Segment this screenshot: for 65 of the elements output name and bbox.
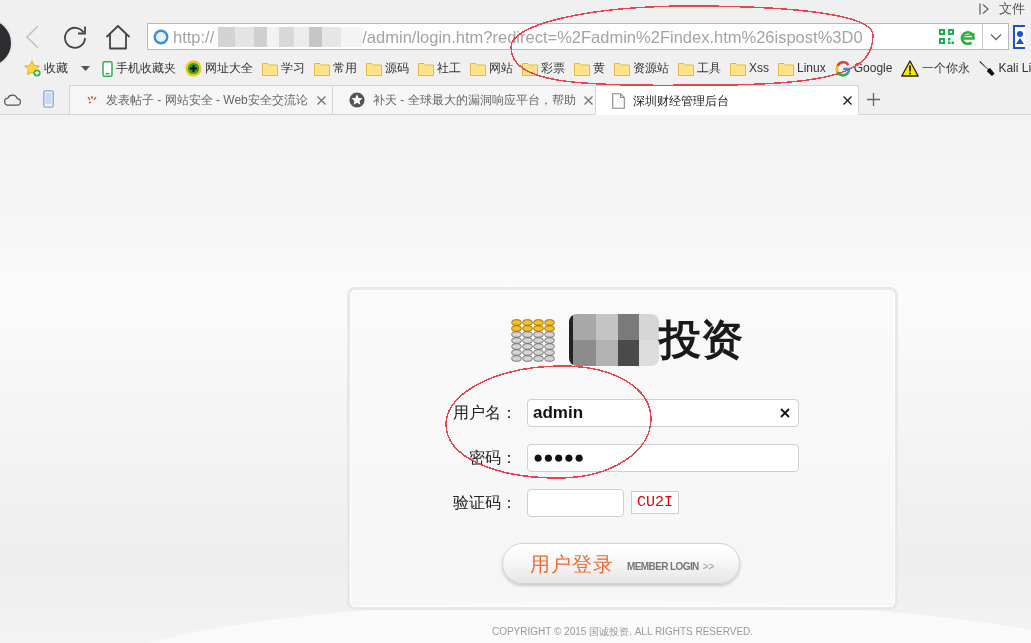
bookmark-link[interactable]: 黄: [574, 61, 605, 76]
browser-tab[interactable]: 补天 - 全球最大的漏洞响应平台，帮助: [332, 85, 596, 114]
bookmark-link[interactable]: 网址大全: [185, 60, 253, 77]
username-field[interactable]: admin: [527, 398, 799, 427]
bookmark-link[interactable]: Xss: [730, 61, 769, 76]
folder-icon: [418, 61, 434, 76]
bookmark-link[interactable]: Google: [834, 60, 893, 77]
bookmark-link[interactable]: 彩票: [522, 61, 565, 76]
folder-icon: [470, 61, 486, 76]
warning-icon: [901, 60, 920, 77]
field-label: 用户名：: [452, 402, 518, 423]
app-icon[interactable]: [1013, 24, 1025, 49]
folder-icon: [366, 61, 382, 76]
caret-down-icon[interactable]: [990, 32, 1002, 41]
caret-down-icon[interactable]: [81, 66, 90, 71]
url-scheme: http://: [173, 26, 215, 47]
swirl-icon[interactable]: [960, 28, 976, 45]
bookmark-link[interactable]: 源码: [366, 61, 409, 76]
bookmark-link[interactable]: 一个你永: [901, 60, 971, 77]
back-icon: [24, 24, 40, 49]
star-badge-icon: [349, 92, 365, 108]
plus-circle-icon: [185, 60, 202, 77]
folder-icon: [262, 61, 278, 76]
browser-tab[interactable]: 深圳财经管理后台: [595, 85, 859, 115]
close-icon[interactable]: [843, 96, 852, 105]
folder-icon: [574, 61, 590, 76]
cloud-icon[interactable]: [4, 93, 21, 106]
phone-icon: [102, 60, 113, 77]
globe-icon: [153, 28, 169, 45]
bookmark-link[interactable]: 资源站: [614, 61, 669, 76]
captcha-field[interactable]: [527, 488, 624, 517]
bookmark-link[interactable]: 网站: [470, 61, 513, 76]
bookmark-link[interactable]: 常用: [314, 61, 357, 76]
folder-icon: [614, 61, 630, 76]
qr-code-icon[interactable]: [939, 29, 954, 44]
folder-icon: [778, 61, 794, 76]
login-button[interactable]: 用户登录 MEMBER LOGIN >>: [502, 543, 740, 584]
logo-text: 投资: [658, 315, 743, 365]
folder-icon: [522, 61, 538, 76]
knife-icon: [979, 60, 996, 77]
field-label: 验证码：: [452, 492, 518, 513]
password-field[interactable]: ●●●●●: [527, 443, 799, 472]
file-menu[interactable]: 文件: [999, 1, 1025, 17]
coin-stack-icon: [510, 318, 555, 362]
tick-marks-icon: [86, 94, 98, 106]
captcha-image[interactable]: CU2I: [631, 491, 679, 514]
browser-tab[interactable]: 发表帖子 - 网站安全 - Web安全交流论: [69, 85, 333, 114]
panel-arrow-icon[interactable]: [979, 3, 989, 15]
home-icon: [105, 23, 131, 50]
folder-icon: [730, 61, 746, 76]
bookmark-link[interactable]: 收藏: [24, 60, 93, 77]
bookmark-link[interactable]: Linux: [778, 61, 826, 76]
g-logo-icon: [834, 60, 851, 77]
bookmark-link[interactable]: 手机收藏夹: [102, 60, 176, 77]
plus-icon[interactable]: [867, 93, 880, 106]
clear-icon[interactable]: [780, 407, 790, 418]
copyright-text: COPYRIGHT © 2015 国诚投资. ALL RIGHTS RESERVED.: [491, 626, 754, 638]
bookmark-link[interactable]: 社工: [418, 61, 461, 76]
document-icon: [612, 92, 625, 109]
bookmark-link[interactable]: 学习: [262, 61, 305, 76]
bookmark-link[interactable]: Kali Li: [979, 60, 1031, 77]
folder-icon: [678, 61, 694, 76]
bookmark-link[interactable]: 工具: [678, 61, 721, 76]
star-icon: [24, 60, 41, 77]
folder-icon: [314, 61, 330, 76]
